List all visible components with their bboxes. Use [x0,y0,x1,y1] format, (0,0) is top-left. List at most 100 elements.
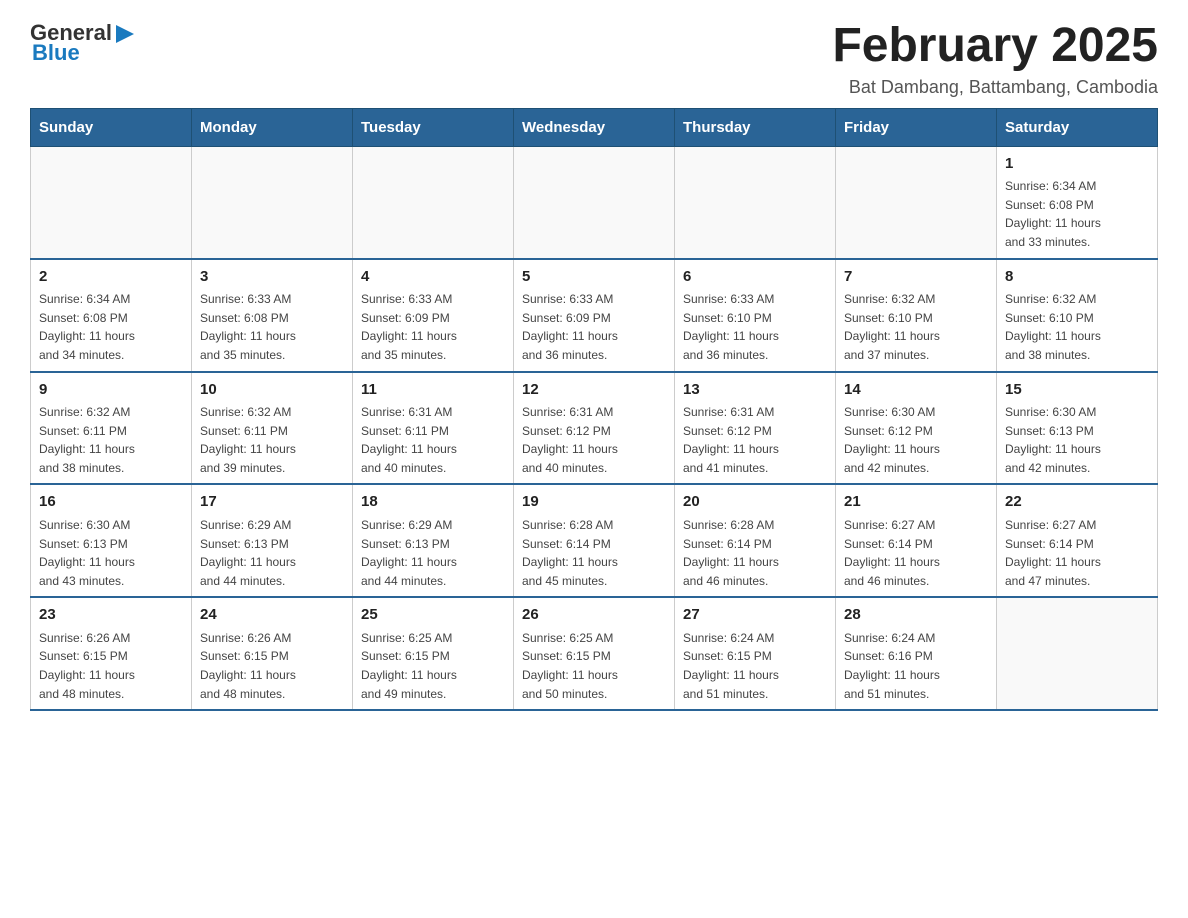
calendar-cell [192,146,353,258]
calendar-cell: 25Sunrise: 6:25 AM Sunset: 6:15 PM Dayli… [353,597,514,710]
day-number: 6 [683,266,827,289]
calendar-cell: 20Sunrise: 6:28 AM Sunset: 6:14 PM Dayli… [675,484,836,597]
logo-arrow-icon [114,23,136,45]
main-title: February 2025 [832,20,1158,73]
day-number: 19 [522,491,666,514]
day-header-sunday: Sunday [31,108,192,146]
day-info: Sunrise: 6:28 AM Sunset: 6:14 PM Dayligh… [683,516,827,590]
calendar-cell [675,146,836,258]
day-info: Sunrise: 6:31 AM Sunset: 6:11 PM Dayligh… [361,403,505,477]
day-info: Sunrise: 6:25 AM Sunset: 6:15 PM Dayligh… [522,629,666,703]
calendar-table: SundayMondayTuesdayWednesdayThursdayFrid… [30,108,1158,711]
calendar-cell: 2Sunrise: 6:34 AM Sunset: 6:08 PM Daylig… [31,259,192,372]
calendar-cell: 4Sunrise: 6:33 AM Sunset: 6:09 PM Daylig… [353,259,514,372]
calendar-week-1: 1Sunrise: 6:34 AM Sunset: 6:08 PM Daylig… [31,146,1158,258]
calendar-cell: 3Sunrise: 6:33 AM Sunset: 6:08 PM Daylig… [192,259,353,372]
calendar-cell: 27Sunrise: 6:24 AM Sunset: 6:15 PM Dayli… [675,597,836,710]
day-info: Sunrise: 6:26 AM Sunset: 6:15 PM Dayligh… [200,629,344,703]
day-number: 17 [200,491,344,514]
day-info: Sunrise: 6:29 AM Sunset: 6:13 PM Dayligh… [200,516,344,590]
day-number: 27 [683,604,827,627]
day-number: 12 [522,379,666,402]
day-header-friday: Friday [836,108,997,146]
subtitle: Bat Dambang, Battambang, Cambodia [832,77,1158,98]
day-number: 26 [522,604,666,627]
calendar-cell: 22Sunrise: 6:27 AM Sunset: 6:14 PM Dayli… [997,484,1158,597]
calendar-cell: 15Sunrise: 6:30 AM Sunset: 6:13 PM Dayli… [997,372,1158,485]
day-number: 2 [39,266,183,289]
day-number: 13 [683,379,827,402]
calendar-cell: 5Sunrise: 6:33 AM Sunset: 6:09 PM Daylig… [514,259,675,372]
day-header-monday: Monday [192,108,353,146]
calendar-cell: 23Sunrise: 6:26 AM Sunset: 6:15 PM Dayli… [31,597,192,710]
day-number: 1 [1005,153,1149,176]
day-info: Sunrise: 6:34 AM Sunset: 6:08 PM Dayligh… [1005,177,1149,251]
calendar-cell: 19Sunrise: 6:28 AM Sunset: 6:14 PM Dayli… [514,484,675,597]
day-info: Sunrise: 6:27 AM Sunset: 6:14 PM Dayligh… [1005,516,1149,590]
day-info: Sunrise: 6:33 AM Sunset: 6:09 PM Dayligh… [361,290,505,364]
calendar-week-3: 9Sunrise: 6:32 AM Sunset: 6:11 PM Daylig… [31,372,1158,485]
day-info: Sunrise: 6:33 AM Sunset: 6:09 PM Dayligh… [522,290,666,364]
day-number: 23 [39,604,183,627]
calendar-cell: 21Sunrise: 6:27 AM Sunset: 6:14 PM Dayli… [836,484,997,597]
day-number: 21 [844,491,988,514]
calendar-cell: 26Sunrise: 6:25 AM Sunset: 6:15 PM Dayli… [514,597,675,710]
logo-blue-text: Blue [32,40,80,66]
calendar-cell: 24Sunrise: 6:26 AM Sunset: 6:15 PM Dayli… [192,597,353,710]
calendar-body: 1Sunrise: 6:34 AM Sunset: 6:08 PM Daylig… [31,146,1158,710]
day-info: Sunrise: 6:33 AM Sunset: 6:08 PM Dayligh… [200,290,344,364]
day-number: 8 [1005,266,1149,289]
day-number: 9 [39,379,183,402]
calendar-header: SundayMondayTuesdayWednesdayThursdayFrid… [31,108,1158,146]
day-info: Sunrise: 6:32 AM Sunset: 6:10 PM Dayligh… [1005,290,1149,364]
day-info: Sunrise: 6:30 AM Sunset: 6:13 PM Dayligh… [1005,403,1149,477]
header-row: SundayMondayTuesdayWednesdayThursdayFrid… [31,108,1158,146]
calendar-cell: 18Sunrise: 6:29 AM Sunset: 6:13 PM Dayli… [353,484,514,597]
day-number: 22 [1005,491,1149,514]
calendar-week-2: 2Sunrise: 6:34 AM Sunset: 6:08 PM Daylig… [31,259,1158,372]
day-number: 20 [683,491,827,514]
calendar-week-4: 16Sunrise: 6:30 AM Sunset: 6:13 PM Dayli… [31,484,1158,597]
day-number: 14 [844,379,988,402]
day-number: 24 [200,604,344,627]
calendar-cell: 10Sunrise: 6:32 AM Sunset: 6:11 PM Dayli… [192,372,353,485]
day-number: 15 [1005,379,1149,402]
day-info: Sunrise: 6:27 AM Sunset: 6:14 PM Dayligh… [844,516,988,590]
calendar-cell: 13Sunrise: 6:31 AM Sunset: 6:12 PM Dayli… [675,372,836,485]
day-number: 10 [200,379,344,402]
day-info: Sunrise: 6:34 AM Sunset: 6:08 PM Dayligh… [39,290,183,364]
calendar-cell: 7Sunrise: 6:32 AM Sunset: 6:10 PM Daylig… [836,259,997,372]
calendar-cell: 17Sunrise: 6:29 AM Sunset: 6:13 PM Dayli… [192,484,353,597]
day-number: 16 [39,491,183,514]
day-info: Sunrise: 6:24 AM Sunset: 6:16 PM Dayligh… [844,629,988,703]
page-header: General Blue February 2025 Bat Dambang, … [30,20,1158,98]
logo: General Blue [30,20,136,66]
calendar-cell: 12Sunrise: 6:31 AM Sunset: 6:12 PM Dayli… [514,372,675,485]
calendar-cell [997,597,1158,710]
day-info: Sunrise: 6:29 AM Sunset: 6:13 PM Dayligh… [361,516,505,590]
day-info: Sunrise: 6:25 AM Sunset: 6:15 PM Dayligh… [361,629,505,703]
day-info: Sunrise: 6:28 AM Sunset: 6:14 PM Dayligh… [522,516,666,590]
calendar-week-5: 23 Sunrise: 6:26 AM Sunset: 6:15 PM Dayli… [31,597,1158,710]
calendar-cell: 1Sunrise: 6:34 AM Sunset: 6:08 PM Daylig… [997,146,1158,258]
day-header-tuesday: Tuesday [353,108,514,146]
calendar-cell [31,146,192,258]
calendar-cell: 14Sunrise: 6:30 AM Sunset: 6:12 PM Dayli… [836,372,997,485]
day-header-wednesday: Wednesday [514,108,675,146]
day-info: Sunrise: 6:24 AM Sunset: 6:15 PM Dayligh… [683,629,827,703]
calendar-cell [514,146,675,258]
day-info: Sunrise: 6:30 AM Sunset: 6:13 PM Dayligh… [39,516,183,590]
day-info: Sunrise: 6:32 AM Sunset: 6:11 PM Dayligh… [39,403,183,477]
title-section: February 2025 Bat Dambang, Battambang, C… [832,20,1158,98]
day-header-saturday: Saturday [997,108,1158,146]
calendar-cell [353,146,514,258]
calendar-cell [836,146,997,258]
day-number: 28 [844,604,988,627]
day-number: 11 [361,379,505,402]
day-info: Sunrise: 6:33 AM Sunset: 6:10 PM Dayligh… [683,290,827,364]
day-info: Sunrise: 6:32 AM Sunset: 6:11 PM Dayligh… [200,403,344,477]
calendar-cell: 8Sunrise: 6:32 AM Sunset: 6:10 PM Daylig… [997,259,1158,372]
day-info: Sunrise: 6:31 AM Sunset: 6:12 PM Dayligh… [683,403,827,477]
calendar-cell: 16Sunrise: 6:30 AM Sunset: 6:13 PM Dayli… [31,484,192,597]
calendar-cell: 6Sunrise: 6:33 AM Sunset: 6:10 PM Daylig… [675,259,836,372]
